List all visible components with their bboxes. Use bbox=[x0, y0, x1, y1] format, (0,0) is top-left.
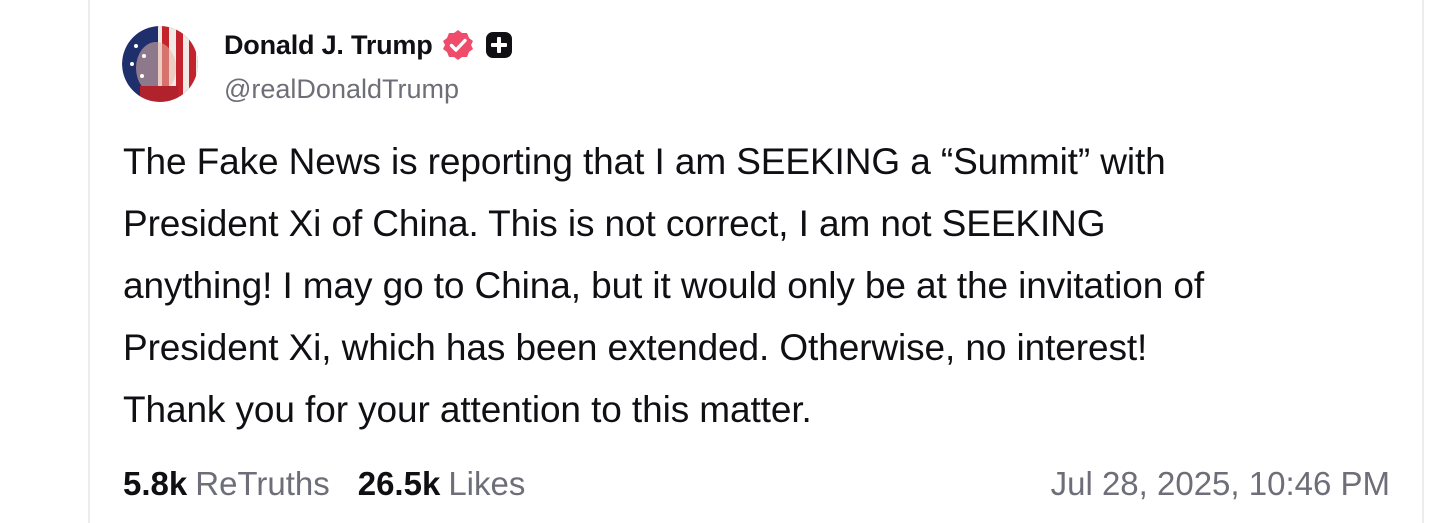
avatar[interactable] bbox=[122, 26, 198, 102]
author-handle[interactable]: @realDonaldTrump bbox=[224, 74, 459, 105]
post-text-line: anything! I may go to China, but it woul… bbox=[123, 265, 1205, 306]
post-footer: 5.8k ReTruths 26.5k Likes Jul 28, 2025, … bbox=[123, 462, 1390, 506]
post-text: The Fake News is reporting that I am SEE… bbox=[123, 131, 1408, 441]
likes-label: Likes bbox=[448, 465, 526, 502]
retruths-count: 5.8k bbox=[123, 465, 188, 502]
verified-badge-icon bbox=[442, 30, 473, 60]
likes-count: 26.5k bbox=[357, 465, 441, 502]
post-header: Donald J. Trump @realDonaldTrump bbox=[122, 26, 822, 106]
post-text-line: Thank you for your attention to this mat… bbox=[123, 389, 812, 430]
author-name-row: Donald J. Trump bbox=[224, 28, 513, 62]
post-timestamp[interactable]: Jul 28, 2025, 10:46 PM bbox=[1051, 465, 1390, 503]
post-text-line: President Xi, which has been extended. O… bbox=[123, 327, 1148, 368]
post-text-line: President Xi of China. This is not corre… bbox=[123, 203, 1106, 244]
plus-badge-icon bbox=[485, 32, 512, 58]
retruths-label: ReTruths bbox=[195, 465, 330, 502]
post-text-line: The Fake News is reporting that I am SEE… bbox=[123, 141, 1166, 182]
author-name[interactable]: Donald J. Trump bbox=[224, 30, 433, 61]
retruths-stat[interactable]: 5.8k ReTruths bbox=[123, 465, 330, 503]
likes-stat[interactable]: 26.5k Likes bbox=[358, 465, 526, 503]
